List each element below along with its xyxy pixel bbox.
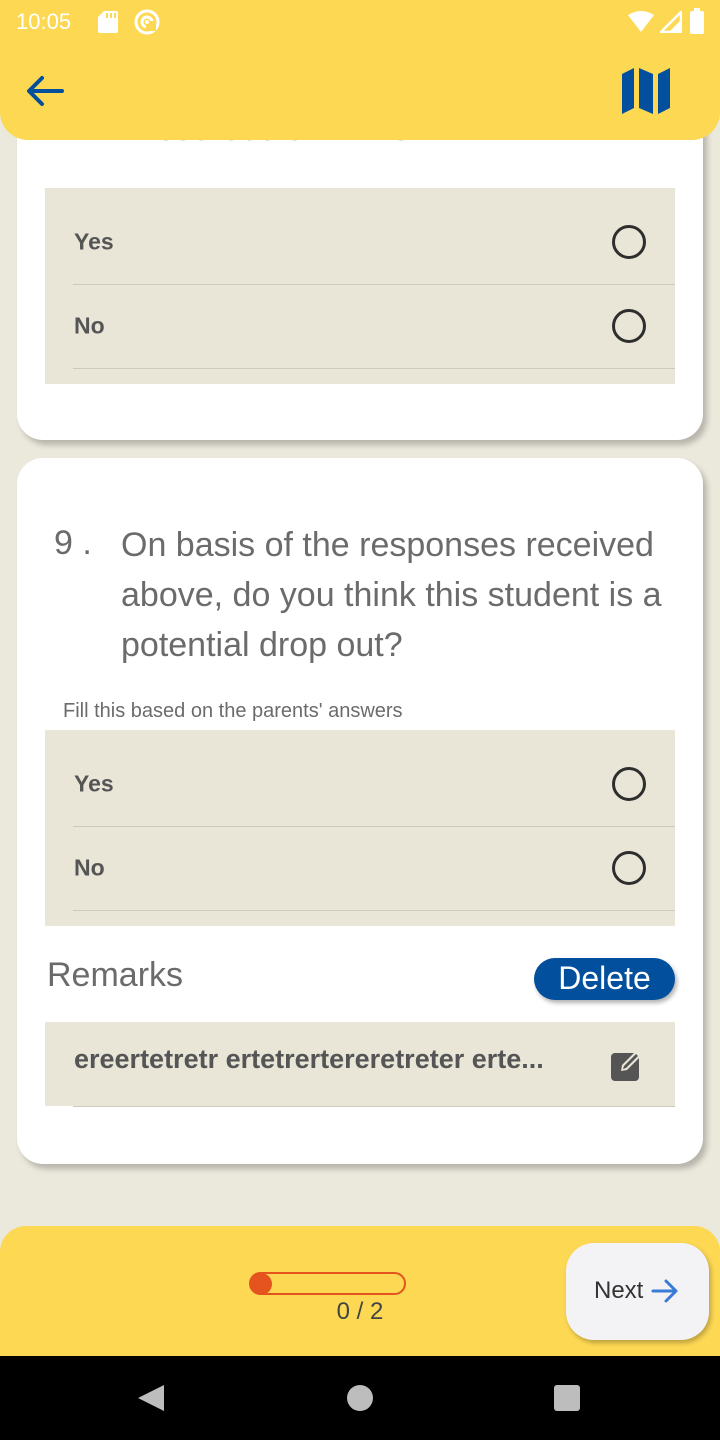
option-label: No <box>74 312 105 339</box>
option-label: Yes <box>74 770 114 797</box>
signal-icon <box>660 11 682 33</box>
remark-text: ereertetretr ertetrertereretreter erte..… <box>74 1044 544 1074</box>
radio-button[interactable] <box>612 309 646 343</box>
arrow-right-icon <box>651 1279 678 1303</box>
edit-icon[interactable] <box>609 1047 645 1083</box>
radio-button[interactable] <box>612 767 646 801</box>
radio-button[interactable] <box>612 851 646 885</box>
sync-icon <box>134 9 160 35</box>
option-divider <box>73 368 675 369</box>
nav-home-icon[interactable] <box>347 1385 373 1411</box>
remark-divider <box>73 1106 675 1107</box>
remarks-label: Remarks <box>47 956 184 994</box>
radio-button[interactable] <box>612 225 646 259</box>
nav-recents-icon[interactable] <box>554 1385 580 1411</box>
battery-icon <box>690 8 704 34</box>
question-text: On basis of the responses received above… <box>121 526 662 664</box>
remark-field[interactable]: ereertetretr ertetrertereretreter erte..… <box>45 1022 675 1107</box>
option-no[interactable]: No <box>45 284 675 368</box>
nav-back-icon[interactable] <box>136 1383 166 1413</box>
sd-card-icon <box>98 11 118 33</box>
question-options: Yes No <box>45 730 675 926</box>
progress-indicator <box>250 1273 272 1295</box>
option-yes[interactable]: Yes <box>45 742 675 826</box>
option-divider <box>73 910 675 911</box>
status-time: 10:05 <box>16 9 72 34</box>
option-yes[interactable]: Yes <box>45 200 675 284</box>
app-bar <box>0 44 720 140</box>
option-label: Yes <box>74 228 114 255</box>
next-label: Next <box>594 1277 644 1304</box>
map-icon[interactable] <box>620 66 672 116</box>
question-number: 9 . <box>54 524 92 562</box>
question-card: 9 . On basis of the responses received a… <box>17 458 703 1164</box>
option-no[interactable]: No <box>45 826 675 910</box>
back-arrow-icon[interactable] <box>24 70 66 112</box>
question-hint: Fill this based on the parents' answers <box>63 700 403 722</box>
next-button[interactable]: Next <box>566 1243 709 1340</box>
previous-question-card: in courses on DIKSHA. Yes No <box>17 100 703 440</box>
option-label: No <box>74 854 105 881</box>
previous-question-options: Yes No <box>45 188 675 384</box>
navigation-bar <box>0 1356 720 1440</box>
delete-button[interactable]: Delete <box>534 958 675 1000</box>
status-bar: 10:05 <box>0 0 720 44</box>
bottom-bar: 0 / 2 Next <box>0 1226 720 1356</box>
progress-bar <box>249 1272 406 1295</box>
wifi-icon <box>628 11 654 32</box>
